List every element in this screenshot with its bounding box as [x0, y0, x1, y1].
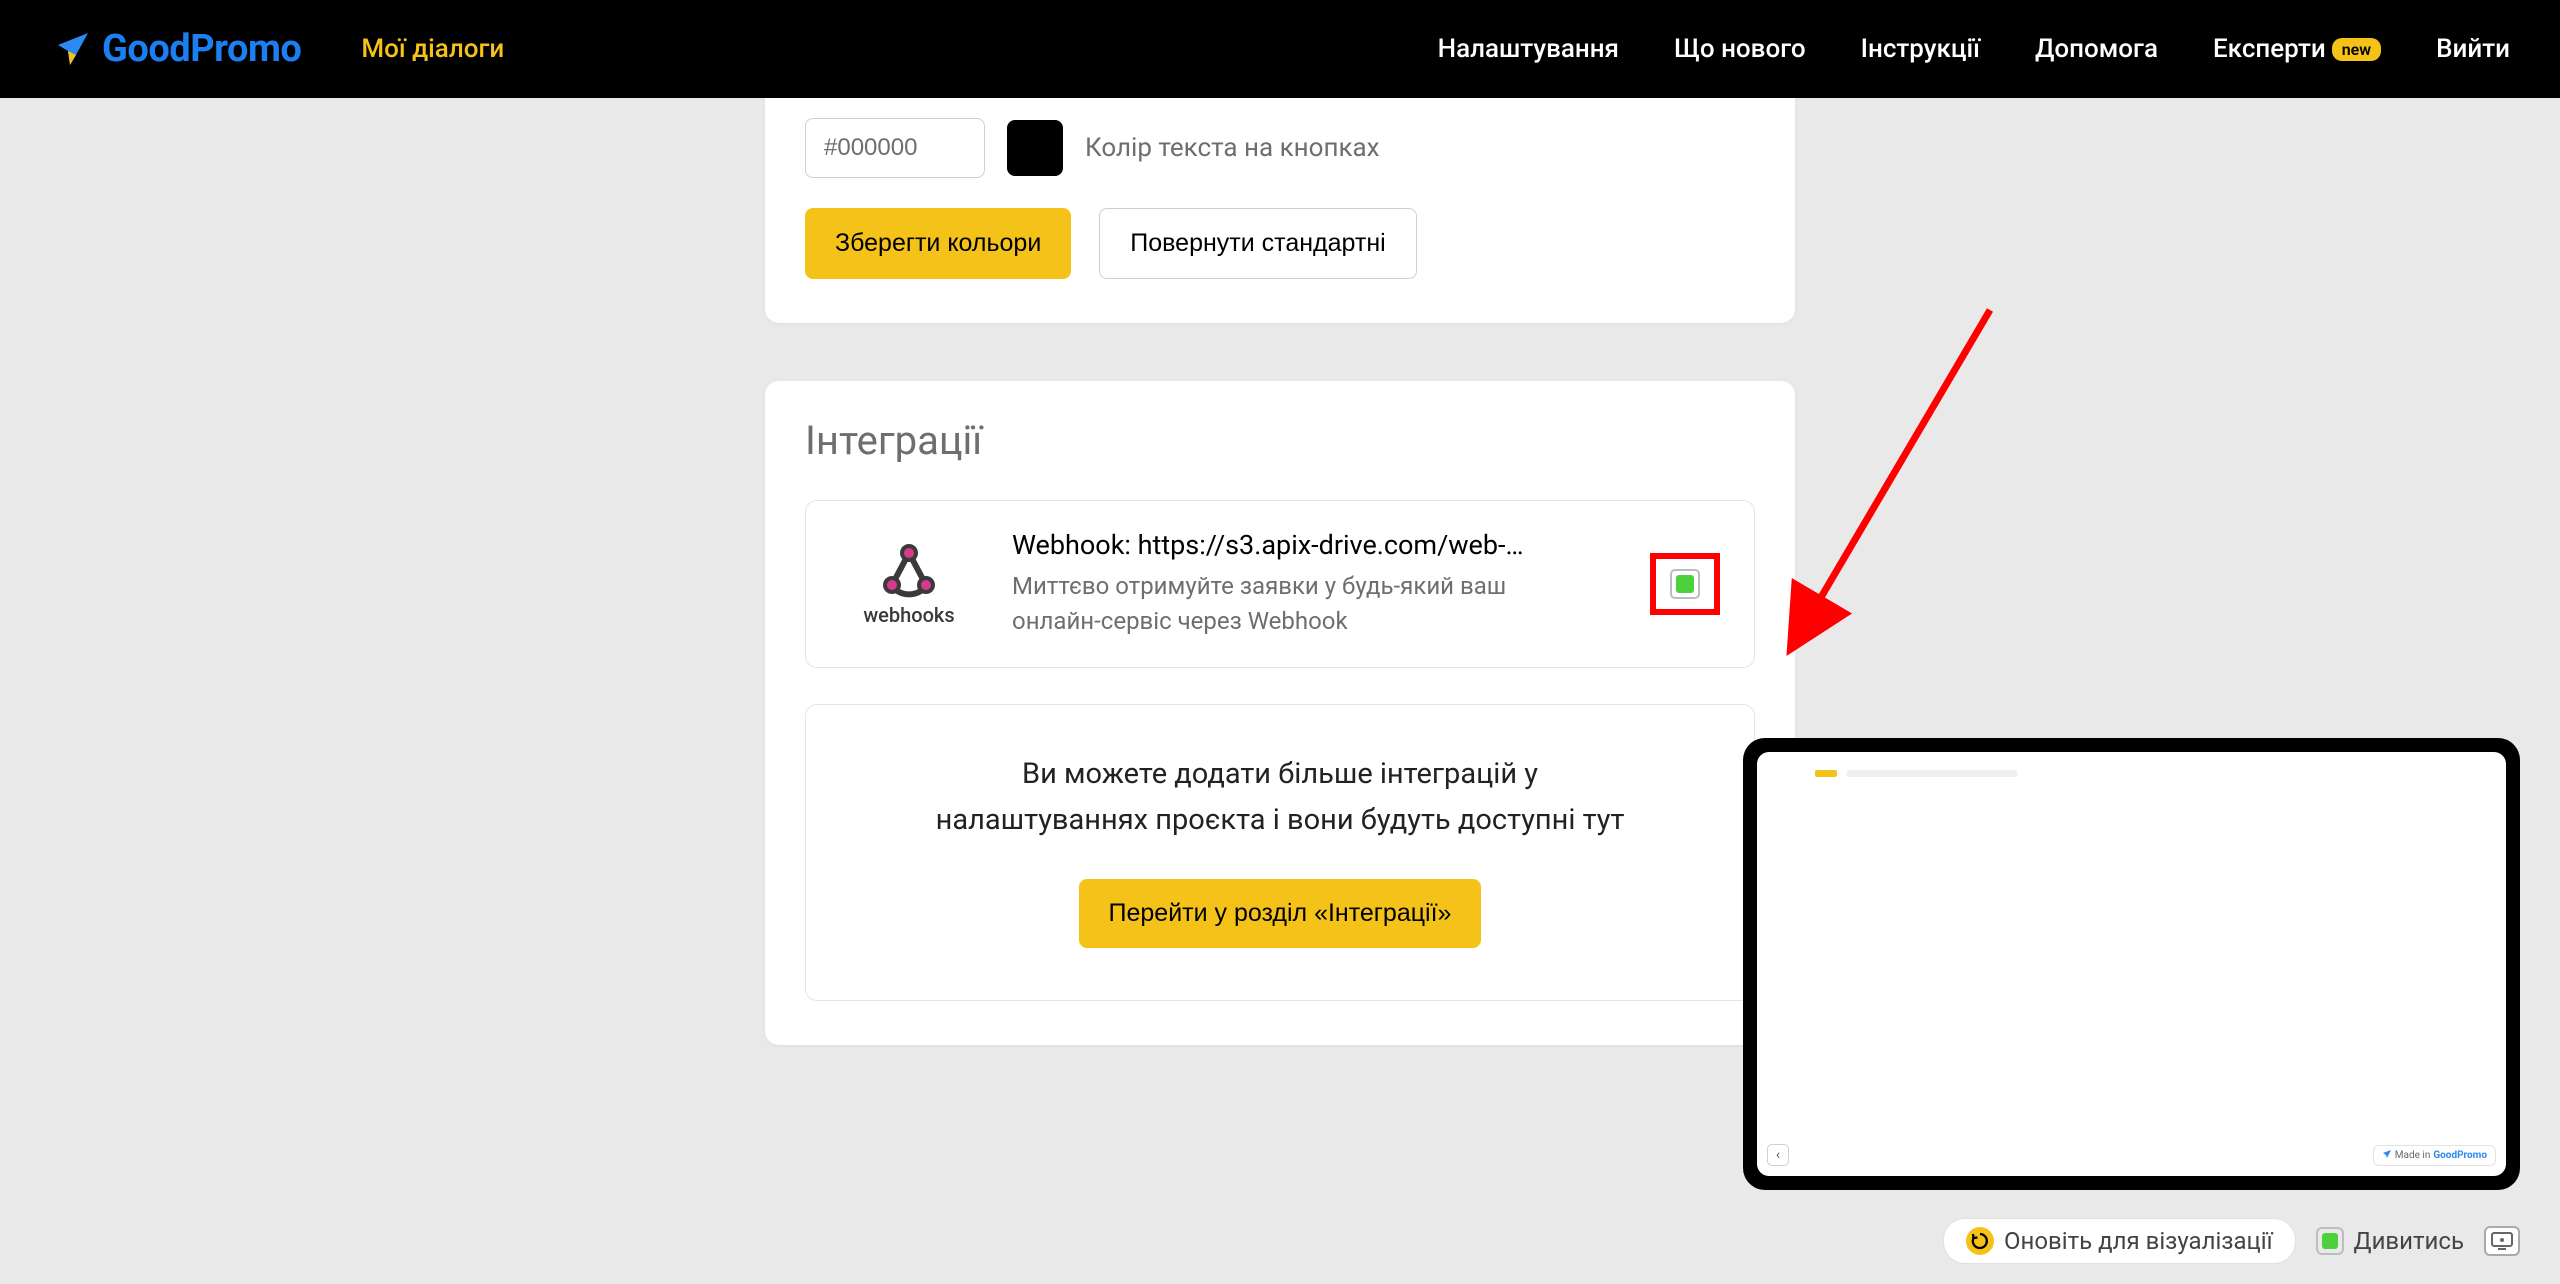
center-column: Колір текста на кнопках Зберегти кольори… — [765, 98, 1795, 1103]
color-hex-input[interactable] — [805, 118, 985, 178]
view-label: Дивитись — [2354, 1227, 2464, 1255]
go-to-integrations-button[interactable]: Перейти у розділ «Інтеграції» — [1079, 879, 1482, 948]
nav-experts-label: Експерти — [2213, 34, 2326, 64]
integrations-card: Інтеграції — [765, 381, 1795, 1045]
preview-brand-badge[interactable]: Made in GoodPromo — [2373, 1145, 2496, 1166]
top-navbar: GoodPromo Мої діалоги Налаштування Що но… — [0, 0, 2560, 98]
webhook-text: Webhook: https://s3.apix-drive.com/web-…… — [1012, 529, 1720, 639]
nav-whats-new[interactable]: Що нового — [1674, 34, 1806, 64]
nav-settings[interactable]: Налаштування — [1438, 34, 1619, 64]
nav-instructions[interactable]: Інструкції — [1861, 34, 1980, 64]
preview-collapse-button[interactable]: ‹ — [1767, 1144, 1789, 1166]
preview-placeholder-line — [1847, 770, 2017, 777]
nav-my-dialogs[interactable]: Мої діалоги — [361, 34, 504, 64]
device-preview-button[interactable] — [2484, 1226, 2520, 1256]
integrations-title: Інтеграції — [805, 417, 1755, 464]
nav-help[interactable]: Допомога — [2035, 34, 2158, 64]
desktop-icon — [2491, 1232, 2513, 1250]
webhook-title: Webhook: https://s3.apix-drive.com/web-… — [1012, 529, 1720, 561]
refresh-label: Оновіть для візуалізації — [2004, 1227, 2273, 1255]
webhook-integration-item[interactable]: webhooks Webhook: https://s3.apix-drive.… — [805, 500, 1755, 668]
color-row: Колір текста на кнопках — [805, 118, 1755, 178]
badge-new: new — [2332, 38, 2381, 61]
more-line1: Ви можете додати більше інтеграцій у — [1022, 757, 1538, 791]
preview-panel: ‹ Made in GoodPromo — [1743, 738, 2520, 1190]
save-colors-button[interactable]: Зберегти кольори — [805, 208, 1071, 279]
logo-icon — [50, 27, 94, 71]
preview-canvas: ‹ Made in GoodPromo — [1757, 752, 2506, 1176]
brand-prefix: Made in — [2395, 1150, 2431, 1161]
nav-logout[interactable]: Вийти — [2436, 34, 2510, 64]
logo-text: GoodPromo — [102, 27, 301, 71]
checkbox-checked-icon — [1676, 575, 1694, 593]
colors-card: Колір текста на кнопках Зберегти кольори… — [765, 98, 1795, 323]
color-label: Колір текста на кнопках — [1085, 133, 1380, 163]
webhooks-icon: webhooks — [834, 541, 984, 627]
more-integrations-text: Ви можете додати більше інтеграцій у нал… — [846, 751, 1714, 844]
refresh-icon — [1966, 1227, 1994, 1255]
view-status-icon — [2316, 1227, 2344, 1255]
nav-right: Налаштування Що нового Інструкції Допомо… — [1438, 34, 2510, 64]
preview-accent-bar — [1815, 770, 1837, 777]
webhook-desc: Миттєво отримуйте заявки у будь-який ваш… — [1012, 569, 1572, 639]
color-buttons-row: Зберегти кольори Повернути стандартні — [805, 208, 1755, 279]
reset-colors-button[interactable]: Повернути стандартні — [1099, 208, 1416, 279]
view-toggle[interactable]: Дивитись — [2316, 1227, 2464, 1255]
logo[interactable]: GoodPromo — [50, 27, 301, 71]
bottom-toolbar: Оновіть для візуалізації Дивитись — [1943, 1218, 2520, 1264]
webhook-enable-checkbox[interactable] — [1670, 569, 1700, 599]
brand-name: GoodPromo — [2433, 1150, 2487, 1161]
view-status-inner — [2322, 1233, 2338, 1249]
webhook-checkbox-highlight — [1650, 553, 1720, 615]
brand-icon — [2382, 1149, 2392, 1162]
nav-experts[interactable]: Експерти new — [2213, 34, 2381, 64]
more-integrations-card: Ви можете додати більше інтеграцій у нал… — [805, 704, 1755, 1002]
more-line2: налаштуваннях проєкта і вони будуть дост… — [936, 803, 1625, 837]
webhooks-icon-label: webhooks — [863, 603, 954, 627]
refresh-visualization-button[interactable]: Оновіть для візуалізації — [1943, 1218, 2296, 1264]
chevron-left-icon: ‹ — [1776, 1147, 1780, 1163]
color-swatch[interactable] — [1007, 120, 1063, 176]
